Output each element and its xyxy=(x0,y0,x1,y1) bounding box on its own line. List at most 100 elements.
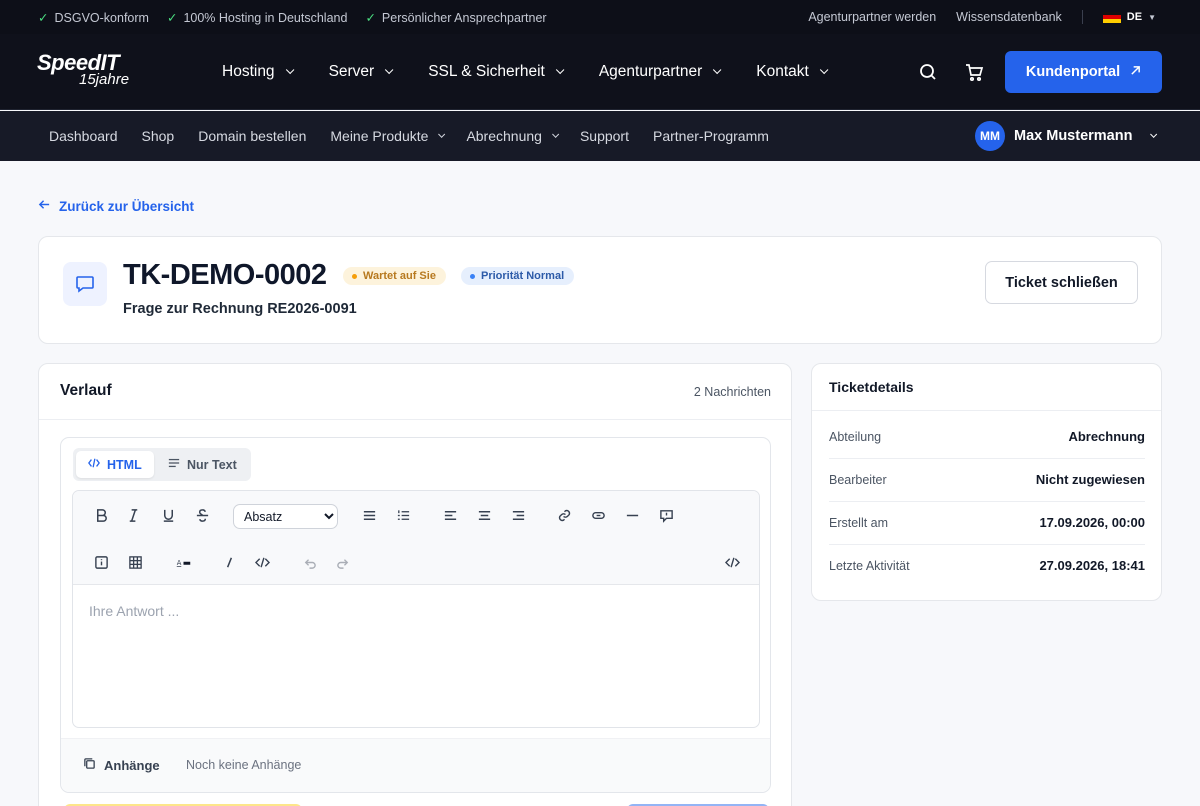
bullet-list-icon[interactable] xyxy=(356,502,382,528)
attachments-empty: Noch keine Anhänge xyxy=(186,758,302,772)
align-right-icon[interactable] xyxy=(505,502,531,528)
underline-icon[interactable] xyxy=(155,502,181,528)
ordered-list-icon[interactable] xyxy=(390,502,416,528)
chevron-down-icon xyxy=(385,65,394,75)
reply-textarea[interactable]: Ihre Antwort ... xyxy=(89,603,179,619)
comment-icon[interactable] xyxy=(653,502,679,528)
subnav-partner-programm[interactable]: Partner-Programm xyxy=(653,128,769,144)
nav-item-kontakt[interactable]: Kontakt xyxy=(756,63,829,81)
detail-label: Bearbeiter xyxy=(829,473,887,487)
chevron-down-icon xyxy=(819,65,829,75)
detail-row: Erstellt am 17.09.2026, 00:00 xyxy=(829,502,1145,545)
badge-hosting-de: ✓ 100% Hosting in Deutschland xyxy=(166,10,348,25)
verlauf-title: Verlauf xyxy=(60,382,112,399)
attachments-bar: Anhänge Noch keine Anhänge xyxy=(61,738,770,792)
chevron-down-icon xyxy=(713,65,722,75)
arrow-left-icon xyxy=(38,198,51,214)
link-wissensdatenbank[interactable]: Wissensdatenbank xyxy=(956,10,1062,24)
subnav-dashboard[interactable]: Dashboard xyxy=(49,128,118,144)
language-switcher[interactable]: DE ▼ xyxy=(1102,11,1156,23)
details-header: Ticketdetails xyxy=(812,364,1161,411)
source-code-icon[interactable] xyxy=(719,549,745,575)
code-icon xyxy=(88,457,100,472)
ticket-id: TK-DEMO-0002 xyxy=(123,259,327,291)
nav-item-ssl[interactable]: SSL & Sicherheit xyxy=(428,63,565,81)
status-dot xyxy=(352,273,357,279)
strikethrough-icon[interactable] xyxy=(189,502,215,528)
chevron-down-icon xyxy=(438,130,446,138)
detail-label: Erstellt am xyxy=(829,516,889,530)
nav-item-agenturpartner[interactable]: Agenturpartner xyxy=(599,63,722,81)
check-icon: ✓ xyxy=(38,10,49,25)
status-badge: Wartet auf Sie xyxy=(343,267,446,285)
undo-icon[interactable] xyxy=(296,549,322,575)
paragraph-format-select[interactable]: Absatz xyxy=(233,504,338,529)
priority-badge: Priorität Normal xyxy=(461,267,575,285)
detail-value: Abrechnung xyxy=(1068,429,1145,444)
detail-label: Letzte Aktivität xyxy=(829,559,910,573)
text-color-icon[interactable]: A xyxy=(170,549,196,575)
close-ticket-button[interactable]: Ticket schließen xyxy=(985,261,1138,304)
priority-dot xyxy=(470,273,475,279)
reply-editor: HTML Nur Text Absatz A Ihre Antwort ... … xyxy=(60,437,771,793)
check-icon: ✓ xyxy=(166,10,178,25)
logo[interactable]: SpeedIT 15jahre xyxy=(37,52,129,88)
user-name: Max Mustermann xyxy=(1014,128,1133,144)
badge-dsgvo: ✓ DSGVO-konform xyxy=(38,10,149,25)
subnav-meine-produkte[interactable]: Meine Produkte xyxy=(330,128,446,144)
details-title: Ticketdetails xyxy=(829,379,914,395)
subnav-shop[interactable]: Shop xyxy=(142,128,175,144)
link-icon[interactable] xyxy=(551,502,577,528)
arrow-up-right-icon xyxy=(1130,64,1141,80)
subnav-abrechnung[interactable]: Abrechnung xyxy=(466,128,560,144)
search-icon[interactable] xyxy=(918,62,938,87)
subnav-support[interactable]: Support xyxy=(580,128,629,144)
message-icon xyxy=(63,262,107,306)
user-menu[interactable]: MM Max Mustermann xyxy=(975,120,1158,152)
svg-text:A: A xyxy=(176,558,181,566)
bold-icon[interactable] xyxy=(88,502,114,528)
italic-icon[interactable] xyxy=(120,502,146,528)
top-info-bar: ✓ DSGVO-konform ✓ 100% Hosting in Deutschl… xyxy=(0,0,1200,34)
text-lines-icon xyxy=(168,457,180,472)
copy-icon xyxy=(83,757,96,773)
redo-icon[interactable] xyxy=(330,549,356,575)
subnav-domain-bestellen[interactable]: Domain bestellen xyxy=(198,128,306,144)
chevron-down-icon xyxy=(555,65,565,75)
rich-text-editor: Absatz A Ihre Antwort ... xyxy=(72,490,760,728)
ticket-details-card: Ticketdetails Abteilung Abrechnung Bearb… xyxy=(811,363,1162,601)
divider xyxy=(1081,10,1083,24)
verlauf-header: Verlauf 2 Nachrichten xyxy=(39,364,791,420)
main-navigation: SpeedIT 15jahre Hosting Server SSL & Sic… xyxy=(0,34,1200,110)
detail-value: Nicht zugewiesen xyxy=(1035,472,1145,487)
german-flag-icon xyxy=(1102,11,1121,23)
link-agenturpartner-werden[interactable]: Agenturpartner werden xyxy=(808,10,936,24)
unlink-icon[interactable] xyxy=(585,502,611,528)
tab-nur-text[interactable]: Nur Text xyxy=(156,451,249,478)
table-icon[interactable] xyxy=(122,549,148,575)
message-count: 2 Nachrichten xyxy=(693,385,771,399)
editor-toolbar: Absatz A xyxy=(73,491,759,585)
verlauf-card: Verlauf 2 Nachrichten HTML Nur Text Absa… xyxy=(38,363,792,806)
chevron-down-icon xyxy=(1150,130,1158,138)
detail-row: Letzte Aktivität 27.09.2026, 18:41 xyxy=(829,545,1145,588)
align-center-icon[interactable] xyxy=(471,502,497,528)
align-left-icon[interactable] xyxy=(437,502,463,528)
back-link[interactable]: Zurück zur Übersicht xyxy=(38,198,194,214)
nav-item-server[interactable]: Server xyxy=(329,63,394,81)
cart-icon[interactable] xyxy=(964,62,984,87)
tab-html[interactable]: HTML xyxy=(76,451,154,478)
kundenportal-button[interactable]: Kundenportal xyxy=(1005,51,1162,93)
horizontal-rule-icon[interactable] xyxy=(619,502,645,528)
detail-row: Abteilung Abrechnung xyxy=(829,416,1145,459)
avatar: MM xyxy=(975,121,1005,151)
detail-row: Bearbeiter Nicht zugewiesen xyxy=(829,459,1145,502)
chevron-down-icon xyxy=(285,65,294,75)
ticket-header-card: TK-DEMO-0002 Wartet auf Sie Priorität No… xyxy=(38,236,1162,344)
clear-format-icon[interactable] xyxy=(216,549,242,575)
nav-item-hosting[interactable]: Hosting xyxy=(222,63,294,81)
detail-label: Abteilung xyxy=(829,430,882,444)
code-inline-icon[interactable] xyxy=(249,549,275,575)
info-box-icon[interactable] xyxy=(88,549,114,575)
attachments-button[interactable]: Anhänge xyxy=(83,757,160,773)
